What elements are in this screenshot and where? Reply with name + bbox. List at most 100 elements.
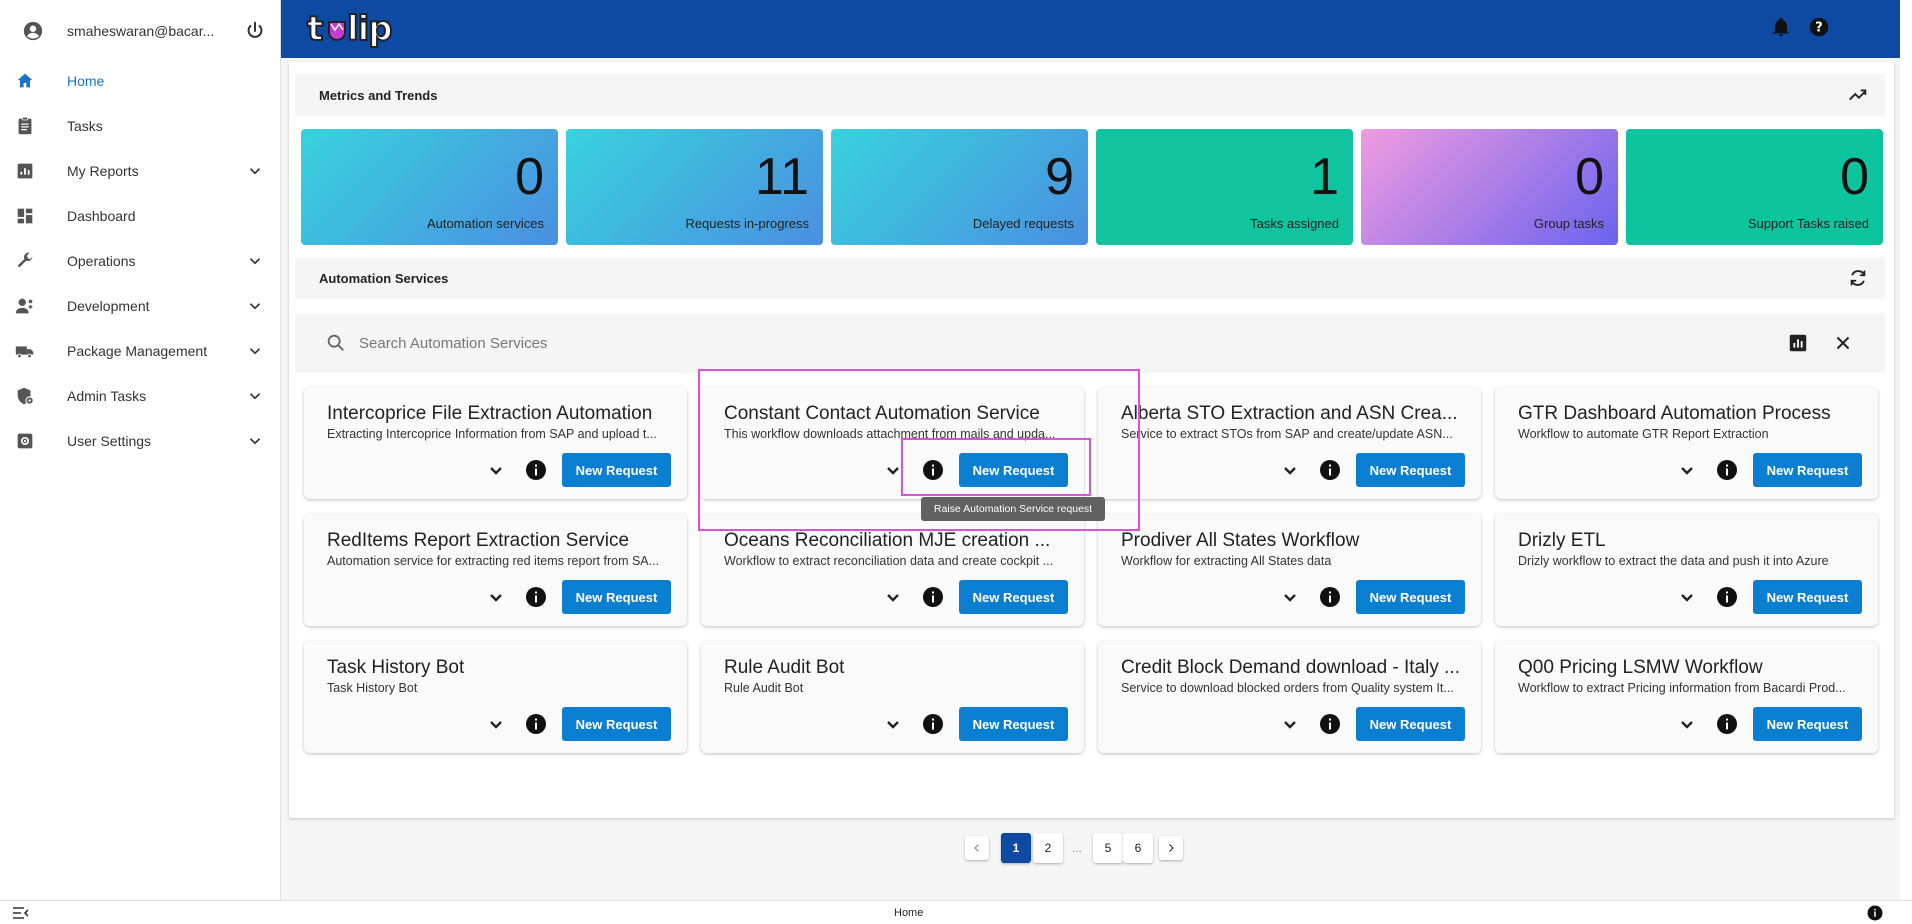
- service-card: RedItems Report Extraction Service Automa…: [304, 514, 687, 626]
- metric-card[interactable]: 9 Delayed requests: [831, 129, 1088, 245]
- scrollbar[interactable]: [1900, 0, 1912, 924]
- help-icon[interactable]: ?: [1808, 16, 1830, 38]
- bottom-bar: Home: [0, 900, 1912, 924]
- expand-chevron-icon[interactable]: [1675, 585, 1699, 609]
- expand-chevron-icon[interactable]: [1675, 458, 1699, 482]
- new-request-button[interactable]: New Request: [959, 580, 1068, 614]
- sidebar-item-user-settings[interactable]: User Settings: [0, 418, 281, 463]
- new-request-button[interactable]: New Request: [1356, 580, 1465, 614]
- info-icon[interactable]: [1866, 904, 1884, 922]
- expand-chevron-icon[interactable]: [484, 712, 508, 736]
- metric-card[interactable]: 1 Tasks assigned: [1096, 129, 1353, 245]
- bar-chart-icon[interactable]: [1787, 332, 1809, 354]
- expand-chevron-icon[interactable]: [881, 712, 905, 736]
- info-icon[interactable]: [1715, 458, 1739, 482]
- menu-collapse-icon[interactable]: [12, 906, 30, 920]
- page-button[interactable]: 5: [1093, 833, 1123, 863]
- trending-up-icon[interactable]: [1847, 84, 1869, 106]
- info-icon[interactable]: [524, 585, 548, 609]
- sidebar-item-development[interactable]: Development: [0, 283, 281, 328]
- metric-card[interactable]: 0 Group tasks: [1361, 129, 1618, 245]
- new-request-button[interactable]: New Request: [1753, 580, 1862, 614]
- chevron-down-icon[interactable]: [246, 297, 264, 315]
- sidebar-item-tasks[interactable]: Tasks: [0, 103, 281, 148]
- service-card-title: Rule Audit Bot: [724, 657, 845, 678]
- expand-chevron-icon[interactable]: [484, 458, 508, 482]
- tulip-logo[interactable]: t lip: [305, 6, 397, 50]
- page-button[interactable]: 1: [1001, 833, 1031, 863]
- chevron-down-icon[interactable]: [246, 432, 264, 450]
- expand-chevron-icon[interactable]: [1278, 712, 1302, 736]
- notification-bell-icon[interactable]: [1770, 16, 1792, 38]
- svg-text:?: ?: [1815, 21, 1822, 36]
- tooltip: Raise Automation Service request: [921, 497, 1105, 521]
- account-circle-icon[interactable]: [22, 20, 44, 42]
- expand-chevron-icon[interactable]: [1278, 458, 1302, 482]
- power-icon[interactable]: [244, 20, 266, 42]
- sidebar-item-label: Operations: [67, 252, 136, 269]
- sidebar-item-package-management[interactable]: Package Management: [0, 328, 281, 373]
- new-request-button[interactable]: New Request: [562, 707, 671, 741]
- metric-card[interactable]: 11 Requests in-progress: [566, 129, 823, 245]
- expand-chevron-icon[interactable]: [1675, 712, 1699, 736]
- chevron-down-icon[interactable]: [246, 252, 264, 270]
- service-card: Task History Bot Task History Bot New Requ…: [304, 641, 687, 753]
- info-icon[interactable]: [1715, 585, 1739, 609]
- new-request-button[interactable]: New Request: [562, 453, 671, 487]
- info-icon[interactable]: [921, 585, 945, 609]
- service-card: Credit Block Demand download - Italy ...…: [1098, 641, 1481, 753]
- service-card-title: GTR Dashboard Automation Process: [1518, 403, 1831, 424]
- new-request-button[interactable]: New Request: [1753, 453, 1862, 487]
- service-card-description: Service to extract STOs from SAP and cre…: [1121, 427, 1453, 441]
- close-icon[interactable]: [1832, 332, 1854, 354]
- sidebar-item-home[interactable]: Home: [0, 58, 281, 103]
- sidebar-item-dashboard[interactable]: Dashboard: [0, 193, 281, 238]
- metric-card[interactable]: 0 Support Tasks raised: [1626, 129, 1883, 245]
- service-card: Q00 Pricing LSMW Workflow Workflow to ext…: [1495, 641, 1878, 753]
- highlight-box-button: [901, 438, 1091, 496]
- sidebar-item-label: My Reports: [67, 162, 139, 179]
- metric-value: 0: [1840, 148, 1869, 206]
- search-input[interactable]: [359, 329, 1359, 357]
- chevron-down-icon[interactable]: [246, 387, 264, 405]
- info-icon[interactable]: [1715, 712, 1739, 736]
- new-request-button[interactable]: New Request: [1356, 453, 1465, 487]
- chevron-down-icon[interactable]: [246, 342, 264, 360]
- top-header: t lip ?: [281, 0, 1900, 58]
- service-card-description: Rule Audit Bot: [724, 681, 804, 695]
- svg-text:lip: lip: [347, 9, 392, 49]
- metric-label: Automation services: [426, 216, 544, 231]
- metric-card[interactable]: 0 Automation services: [301, 129, 558, 245]
- info-icon[interactable]: [921, 712, 945, 736]
- new-request-button[interactable]: New Request: [959, 707, 1068, 741]
- service-card-description: Workflow to extract Pricing information …: [1518, 681, 1846, 695]
- sidebar-item-admin-tasks[interactable]: Admin Tasks: [0, 373, 281, 418]
- page-button[interactable]: 2: [1033, 833, 1063, 863]
- metric-value: 0: [515, 148, 544, 206]
- next-page-button[interactable]: [1159, 836, 1183, 860]
- info-icon[interactable]: [1318, 458, 1342, 482]
- refresh-icon[interactable]: [1847, 267, 1869, 289]
- sidebar: smaheswaran@bacar... Home Tasks My Reports…: [0, 0, 281, 900]
- home-icon: [17, 73, 33, 87]
- expand-chevron-icon[interactable]: [1278, 585, 1302, 609]
- new-request-button[interactable]: New Request: [1356, 707, 1465, 741]
- sidebar-item-operations[interactable]: Operations: [0, 238, 281, 283]
- info-icon[interactable]: [1318, 585, 1342, 609]
- page-button[interactable]: 6: [1123, 833, 1153, 863]
- info-icon[interactable]: [524, 458, 548, 482]
- expand-chevron-icon[interactable]: [881, 585, 905, 609]
- expand-chevron-icon[interactable]: [484, 585, 508, 609]
- new-request-button[interactable]: New Request: [1753, 707, 1862, 741]
- prev-page-button[interactable]: [965, 836, 989, 860]
- info-icon[interactable]: [524, 712, 548, 736]
- metric-label: Support Tasks raised: [1747, 216, 1869, 231]
- info-icon[interactable]: [1318, 712, 1342, 736]
- service-card: Prodiver All States Workflow Workflow for…: [1098, 514, 1481, 626]
- metric-value: 9: [1045, 148, 1074, 206]
- metrics-section-header: Metrics and Trends: [295, 74, 1885, 116]
- chevron-down-icon[interactable]: [246, 162, 264, 180]
- new-request-button[interactable]: New Request: [562, 580, 671, 614]
- sidebar-item-my-reports[interactable]: My Reports: [0, 148, 281, 193]
- page-ellipsis: ...: [1071, 841, 1082, 855]
